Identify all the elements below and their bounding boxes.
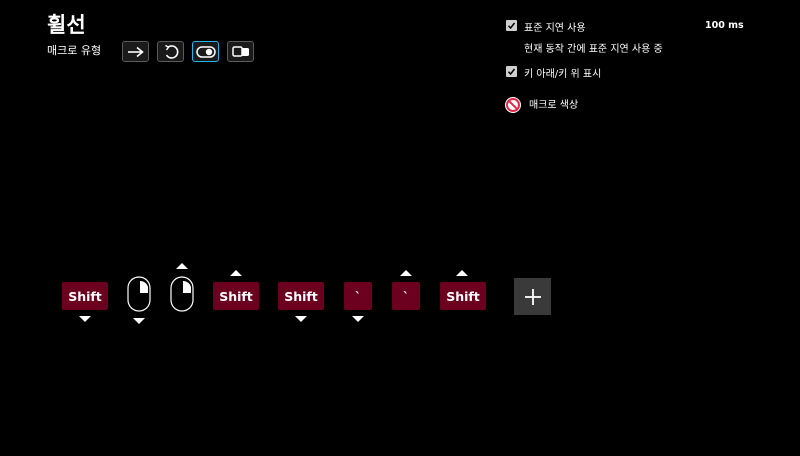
key-up-icon [400,270,412,276]
key-down-icon [79,316,91,322]
toggle-icon [195,45,216,58]
no-color-icon[interactable] [504,96,522,114]
sequence-key-shift-up[interactable]: Shift [213,282,259,310]
show-key-updown-label: 키 아래/키 위 표시 [524,69,602,80]
macro-type-label: 매크로 유형 [47,44,102,57]
macro-type-toggle-button[interactable] [192,41,219,62]
standard-delay-label: 표준 지연 사용 [524,23,586,34]
macro-type-no-repeat-button[interactable] [122,41,149,62]
macro-type-sequence-button[interactable] [227,41,254,62]
key-down-icon [352,316,364,322]
arrow-right-icon [127,46,144,57]
sequence-key-backtick-down[interactable]: ` [344,282,372,310]
key-down-icon [295,316,307,322]
key-up-icon [230,270,242,276]
mouse-right-up-icon[interactable] [170,276,194,312]
delay-note: 현재 동작 간에 표준 지연 사용 중 [524,44,663,55]
macro-type-repeat-button[interactable] [157,41,184,62]
standard-delay-value[interactable]: 100 ms [705,20,744,31]
add-step-button[interactable] [514,278,551,315]
show-key-updown-checkbox[interactable] [506,66,517,77]
repeat-icon [164,44,178,59]
checkmark-icon [507,22,516,30]
mouse-right-down-icon[interactable] [127,276,151,312]
key-up-icon [456,270,468,276]
plus-icon [524,288,541,305]
sequence-key-shift-down[interactable]: Shift [62,282,108,310]
sequence-key-shift-down[interactable]: Shift [278,282,324,310]
checkmark-icon [507,68,516,76]
sequence-icon [231,45,249,57]
key-up-icon [176,263,188,269]
sequence-key-shift-up[interactable]: Shift [440,282,486,310]
macro-color-label: 매크로 색상 [529,100,579,111]
page-title: 휠선 [47,13,86,37]
sequence-key-backtick-up[interactable]: ` [392,282,420,310]
key-down-icon [133,318,145,324]
standard-delay-checkbox[interactable] [506,20,517,31]
